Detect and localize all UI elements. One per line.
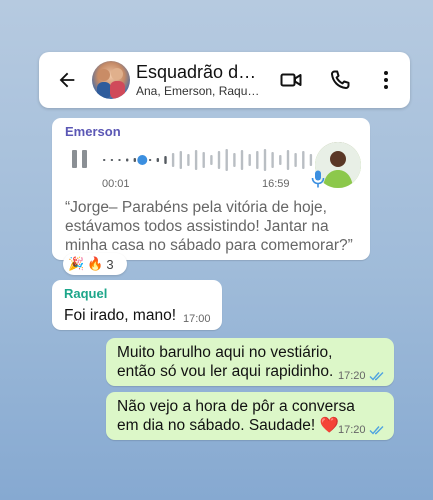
waveform-bar	[302, 151, 305, 169]
waveform-bar	[263, 149, 267, 171]
outgoing-message-bubble[interactable]: Muito barulho aqui no vestiário, então s…	[106, 338, 394, 386]
waveform-bar	[279, 155, 282, 165]
waveform-bar	[225, 149, 228, 171]
waveform-bar	[148, 159, 152, 161]
message-time: 17:20	[338, 370, 366, 382]
playback-handle[interactable]	[137, 155, 148, 165]
message-time: 17:20	[338, 424, 366, 436]
waveform-bar	[286, 150, 290, 170]
chat-header: Esquadrão do… Ana, Emerson, Raqu…	[39, 52, 410, 108]
message-text: Foi irado, mano!	[64, 307, 176, 324]
party-emoji: 🎉	[68, 256, 85, 271]
waveform-bar	[248, 154, 251, 166]
waveform-bar	[240, 150, 244, 170]
waveform-bar	[164, 156, 167, 164]
outgoing-message-bubble[interactable]: Não vejo a hora de pôr a conversa em dia…	[106, 392, 394, 440]
waveform-bar	[133, 158, 136, 162]
microphone-icon	[311, 170, 325, 188]
waveform-bar	[187, 154, 190, 166]
incoming-message-bubble[interactable]: Raquel Foi irado, mano! 17:00	[52, 280, 222, 330]
phone-icon[interactable]	[328, 68, 352, 92]
reactions-badge[interactable]: 🎉 🔥 3	[63, 253, 127, 275]
voice-message-bubble[interactable]: Emerson 00:01 16:59 “Jorge– Parabéns pel…	[52, 118, 370, 260]
arrow-back-icon[interactable]	[56, 69, 78, 91]
waveform-bar	[171, 153, 175, 167]
playback-position: 00:01	[102, 178, 130, 190]
read-ticks-icon	[369, 372, 384, 381]
pause-icon[interactable]	[72, 150, 88, 168]
video-call-icon[interactable]	[279, 68, 303, 92]
waveform-bar	[179, 151, 182, 169]
waveform-bar	[202, 152, 205, 168]
message-text: “Jorge– Parabéns pela vitória de hoje, e…	[65, 199, 353, 254]
waveform-bar	[103, 159, 106, 161]
waveform-bar	[194, 150, 198, 170]
more-vert-icon[interactable]	[374, 68, 398, 92]
group-title[interactable]: Esquadrão do…	[136, 62, 266, 83]
reaction-count: 3	[106, 256, 114, 272]
heart-emoji: ❤️	[319, 417, 339, 434]
sender-name: Raquel	[64, 286, 108, 301]
waveform-bar	[294, 153, 297, 167]
message-text: Muito barulho aqui no vestiário, então s…	[117, 344, 334, 380]
waveform-bar	[309, 154, 313, 166]
waveform-bar	[126, 158, 129, 162]
waveform-bar	[156, 158, 159, 162]
waveform-bar	[210, 155, 213, 165]
message-time: 17:00	[183, 313, 211, 325]
fire-emoji: 🔥	[87, 256, 104, 271]
group-members[interactable]: Ana, Emerson, Raqu…	[136, 84, 266, 98]
audio-duration: 16:59	[262, 178, 290, 190]
waveform-bar	[271, 152, 274, 168]
waveform-bar	[118, 159, 121, 161]
waveform-bar	[217, 151, 221, 169]
message-text: Não vejo a hora de pôr a conversa em dia…	[117, 398, 355, 434]
waveform-bar	[256, 151, 259, 169]
sender-name: Emerson	[65, 124, 121, 139]
waveform-bar	[233, 153, 236, 167]
read-ticks-icon	[369, 426, 384, 435]
waveform-bar	[110, 159, 114, 161]
group-avatar[interactable]	[92, 61, 130, 99]
